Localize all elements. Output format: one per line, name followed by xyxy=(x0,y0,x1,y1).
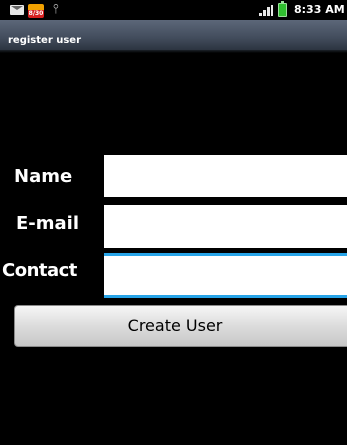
title-shadow xyxy=(0,50,347,53)
status-bar: 8/30 ⫯ 8:33 AM xyxy=(0,0,347,20)
battery-icon xyxy=(278,1,287,17)
email-label: E-mail xyxy=(16,213,80,234)
contact-field[interactable] xyxy=(104,253,347,298)
calendar-badge: 8/30 xyxy=(28,10,44,18)
name-field[interactable] xyxy=(104,155,347,197)
usb-icon: ⫯ xyxy=(53,2,59,17)
page-title: register user xyxy=(8,35,82,46)
calendar-icon: 8/30 xyxy=(27,2,45,18)
title-bar: register user xyxy=(0,20,347,50)
create-user-button[interactable]: Create User xyxy=(14,305,347,347)
name-label: Name xyxy=(14,166,73,187)
signal-icon xyxy=(259,5,273,16)
mail-icon xyxy=(10,5,24,15)
email-field[interactable] xyxy=(104,205,347,248)
contact-label: Contact xyxy=(2,260,77,281)
